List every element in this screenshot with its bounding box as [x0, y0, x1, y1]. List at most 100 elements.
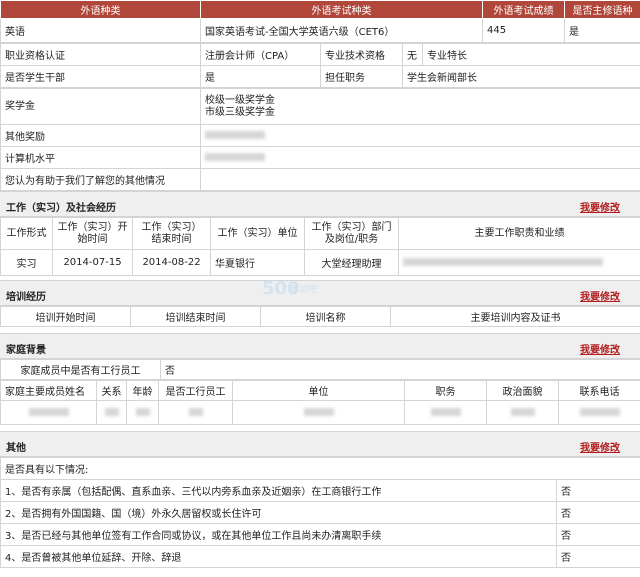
- blurred-text: [510, 408, 535, 416]
- work-cell: 2014-07-15: [52, 249, 133, 276]
- family-row: [0, 400, 640, 425]
- edit-link[interactable]: 我要修改: [580, 199, 620, 214]
- blurred-text: [403, 258, 603, 266]
- family-answer: 否: [160, 359, 640, 380]
- blurred-text: [430, 408, 461, 416]
- other-info-label: 您认为有助于我们了解您的其他情况: [0, 168, 201, 191]
- skill-label: 专业特长: [422, 43, 640, 66]
- other-intro: 是否具有以下情况:: [0, 457, 640, 480]
- lang-exam: 国家英语考试-全国大学英语六级（CET6）: [200, 18, 483, 43]
- family-cell: [558, 400, 640, 425]
- train-header: 培训结束时间: [130, 306, 261, 327]
- family-header: 联系电话: [558, 380, 640, 401]
- lang-type: 英语: [0, 18, 201, 43]
- scholar-label: 奖学金: [0, 88, 201, 125]
- cert-value: 注册会计师（CPA）: [200, 43, 321, 66]
- section-title: 工作（实习）及社会经历: [6, 203, 116, 214]
- other-section-header: 其他 我要修改: [0, 431, 640, 457]
- family-cell: [96, 400, 127, 425]
- work-header: 工作（实习）结束时间: [132, 217, 211, 250]
- family-cell: [0, 400, 97, 425]
- family-header: 年龄: [126, 380, 159, 401]
- work-header: 工作（实习）单位: [210, 217, 305, 250]
- other-answer: 否: [556, 545, 640, 568]
- other-row: 1、是否有亲属（包括配偶、直系血亲、三代以内旁系血亲及近姻亲）在工商银行工作 否: [0, 479, 640, 502]
- other-row: 2、是否拥有外国国籍、国（境）外永久居留权或长住许可 否: [0, 501, 640, 524]
- lang-header-row: 外语种类 外语考试种类 外语考试成绩 是否主修语种: [0, 0, 640, 19]
- other-table: 是否具有以下情况: 1、是否有亲属（包括配偶、直系血亲、三代以内旁系血亲及近姻亲…: [0, 457, 640, 568]
- train-header-row: 培训开始时间 培训结束时间 培训名称 主要培训内容及证书: [0, 306, 640, 327]
- family-cell: [486, 400, 559, 425]
- work-table: 工作形式 工作（实习）开始时间 工作（实习）结束时间 工作（实习）单位 工作（实…: [0, 217, 640, 276]
- edit-link[interactable]: 我要修改: [580, 341, 620, 356]
- blurred-text: [28, 408, 69, 416]
- work-header: 工作（实习）部门及岗位/职务: [304, 217, 399, 250]
- scholar-item: 校级一级奖学金: [205, 94, 275, 106]
- train-header: 培训名称: [260, 306, 391, 327]
- tech-label: 专业技术资格: [320, 43, 403, 66]
- section-title: 其他: [6, 443, 26, 454]
- lang-score: 445: [482, 18, 565, 43]
- cert-label: 职业资格认证: [0, 43, 201, 66]
- work-header: 工作形式: [0, 217, 53, 250]
- work-cell: 2014-08-22: [132, 249, 211, 276]
- cadre-label: 是否学生干部: [0, 65, 201, 88]
- lang-header: 是否主修语种: [564, 0, 640, 19]
- family-header: 职务: [404, 380, 487, 401]
- work-header: 主要工作职责和业绩: [398, 217, 640, 250]
- family-header: 关系: [96, 380, 127, 401]
- train-header: 培训开始时间: [0, 306, 131, 327]
- post-value: 学生会新闻部长: [402, 65, 640, 88]
- basic-info-table: 外语种类 外语考试种类 外语考试成绩 是否主修语种 英语 国家英语考试-全国大学…: [0, 0, 640, 43]
- family-header: 家庭主要成员姓名: [0, 380, 97, 401]
- lang-major: 是: [564, 18, 640, 43]
- other-row: 4、是否曾被其他单位延辞、开除、辞退 否: [0, 545, 640, 568]
- blurred-text: [205, 153, 265, 161]
- family-cell: [404, 400, 487, 425]
- train-header: 主要培训内容及证书: [390, 306, 640, 327]
- tech-value: 无: [402, 43, 423, 66]
- award-value: [200, 124, 640, 147]
- lang-row: 英语 国家英语考试-全国大学英语六级（CET6） 445 是: [0, 18, 640, 43]
- qualification-table: 职业资格认证 注册会计师（CPA） 专业技术资格 无 专业特长 是否学生干部 是…: [0, 43, 640, 88]
- other-row: 3、是否已经与其他单位签有工作合同或协议，或在其他单位工作且尚未办清离职手续 否: [0, 523, 640, 546]
- work-header: 工作（实习）开始时间: [52, 217, 133, 250]
- award-label: 其他奖励: [0, 124, 201, 147]
- work-cell: [398, 249, 640, 276]
- family-cell: [126, 400, 159, 425]
- family-cell: [232, 400, 405, 425]
- work-section-header: 工作（实习）及社会经历 我要修改: [0, 191, 640, 217]
- work-row: 实习 2014-07-15 2014-08-22 华夏银行 大堂经理助理: [0, 249, 640, 276]
- family-header-row: 家庭主要成员姓名 关系 年龄 是否工行员工 单位 职务 政治面貌 联系电话: [0, 380, 640, 401]
- post-label: 担任职务: [320, 65, 403, 88]
- other-answer: 否: [556, 479, 640, 502]
- blurred-text: [135, 408, 150, 416]
- other-question: 2、是否拥有外国国籍、国（境）外永久居留权或长住许可: [0, 501, 557, 524]
- family-header: 政治面貌: [486, 380, 559, 401]
- train-table: 培训开始时间 培训结束时间 培训名称 主要培训内容及证书: [0, 306, 640, 327]
- family-section-header: 家庭背景 我要修改: [0, 333, 640, 359]
- lang-header: 外语考试成绩: [482, 0, 565, 19]
- other-question: 3、是否已经与其他单位签有工作合同或协议，或在其他单位工作且尚未办清离职手续: [0, 523, 557, 546]
- blurred-text: [188, 408, 203, 416]
- work-header-row: 工作形式 工作（实习）开始时间 工作（实习）结束时间 工作（实习）单位 工作（实…: [0, 217, 640, 250]
- edit-link[interactable]: 我要修改: [580, 439, 620, 454]
- blurred-text: [579, 408, 620, 416]
- other-question: 4、是否曾被其他单位延辞、开除、辞退: [0, 545, 557, 568]
- train-section-header: 培训经历 我要修改: [0, 280, 640, 306]
- family-question: 家庭成员中是否有工行员工: [0, 359, 161, 380]
- extra-info-table: 奖学金 校级一级奖学金 市级三级奖学金 其他奖励 计算机水平 您认为有助于我们了…: [0, 88, 640, 191]
- scholar-item: 市级三级奖学金: [205, 106, 275, 118]
- lang-header: 外语种类: [0, 0, 201, 19]
- watermark-site: 考试吧: [290, 285, 318, 295]
- scholar-values: 校级一级奖学金 市级三级奖学金: [200, 88, 640, 125]
- work-cell: 大堂经理助理: [304, 249, 399, 276]
- family-q-table: 家庭成员中是否有工行员工 否: [0, 359, 640, 380]
- section-title: 家庭背景: [6, 345, 46, 356]
- edit-link[interactable]: 我要修改: [580, 288, 620, 303]
- other-question: 1、是否有亲属（包括配偶、直系血亲、三代以内旁系血亲及近姻亲）在工商银行工作: [0, 479, 557, 502]
- lang-header: 外语考试种类: [200, 0, 483, 19]
- blurred-text: [205, 131, 265, 139]
- work-cell: 实习: [0, 249, 53, 276]
- other-answer: 否: [556, 523, 640, 546]
